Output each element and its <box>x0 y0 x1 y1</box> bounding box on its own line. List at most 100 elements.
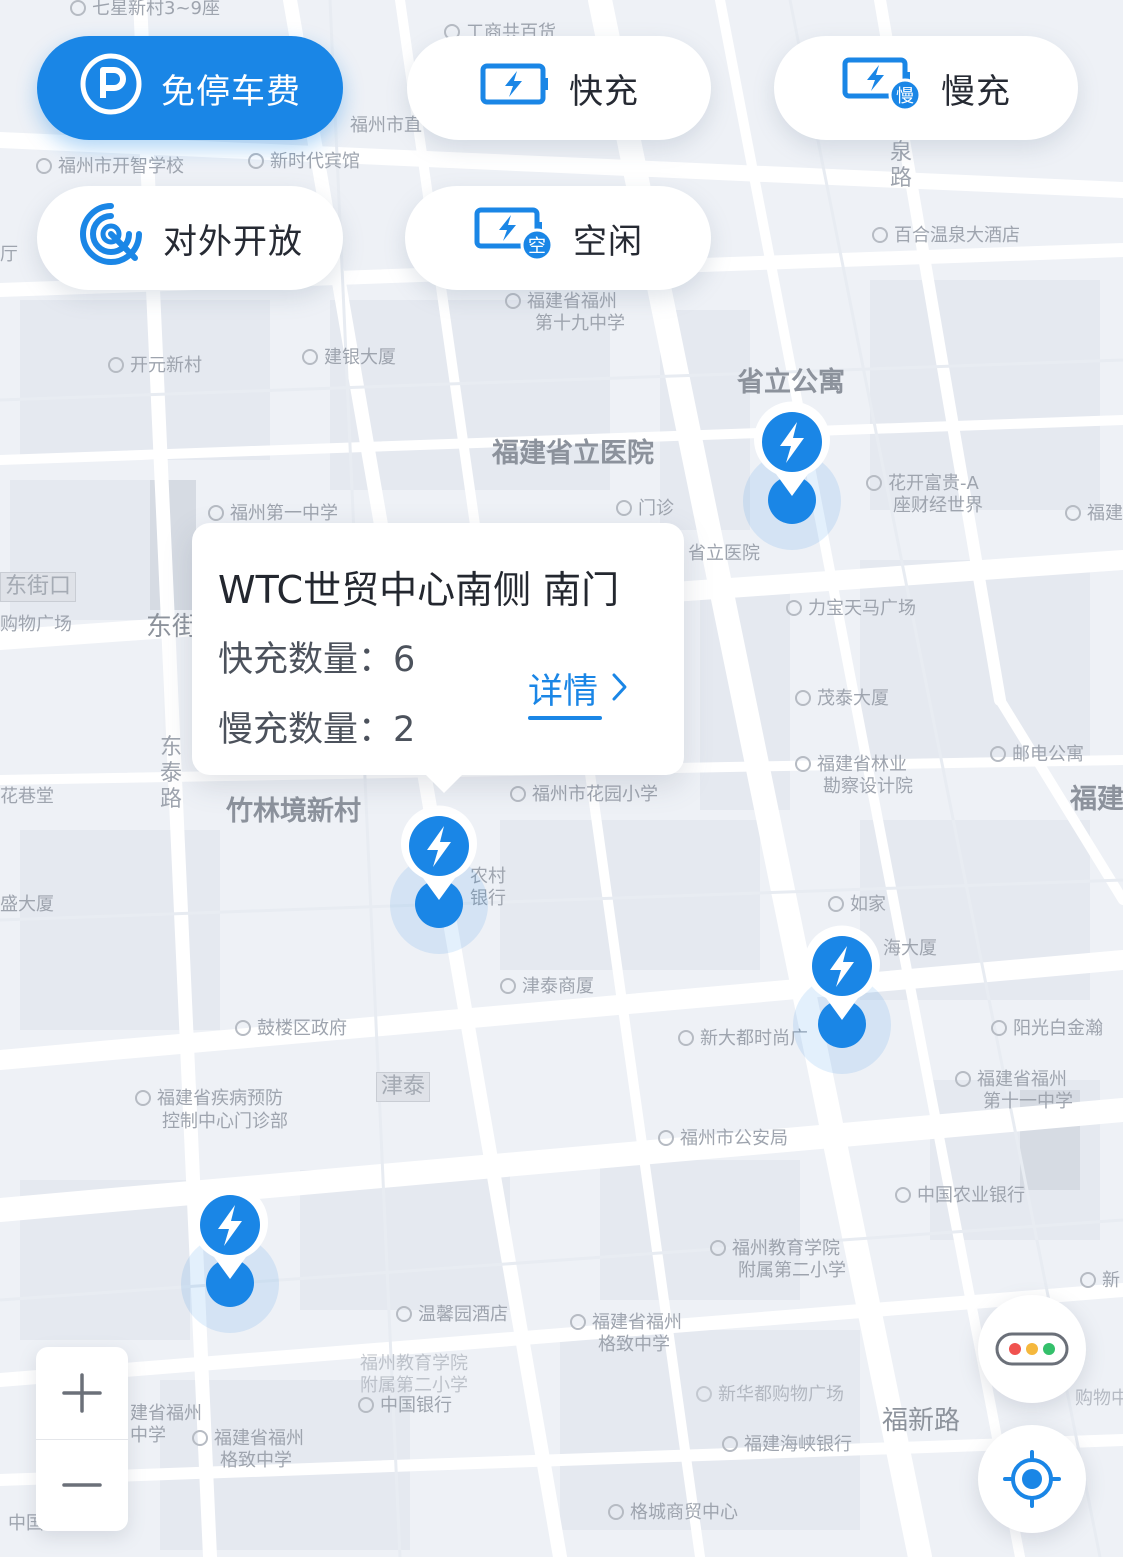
poi-icon <box>70 0 86 16</box>
map-label: 津泰 <box>376 1072 431 1102</box>
map-label: 福州市开智学校 <box>36 158 184 176</box>
bank-icon <box>358 1397 374 1413</box>
school-icon <box>192 1430 208 1446</box>
fast-charge-count-row: 快充数量：6 <box>218 631 415 682</box>
bank-icon <box>1065 505 1081 521</box>
poi-icon <box>616 500 632 516</box>
map-label: 格城商贸中心 <box>608 1504 738 1522</box>
building-icon <box>108 357 124 373</box>
filter-label: 快充 <box>569 71 639 112</box>
map-label: 附属第二小学 <box>738 1260 846 1281</box>
map-label: 附属第二小学 <box>360 1375 468 1396</box>
poi-icon <box>36 158 52 174</box>
map-label: 津泰商厦 <box>500 978 594 996</box>
government-icon <box>235 1020 251 1036</box>
detail-underline <box>528 716 602 720</box>
building-icon <box>302 349 318 365</box>
map-label: 购物广场 <box>0 614 72 635</box>
map-label: 福州市直 <box>350 115 422 136</box>
chevron-right-icon[interactable] <box>610 671 630 703</box>
fast-count-value: 6 <box>393 640 416 680</box>
map-label: 福建 <box>1070 784 1123 815</box>
traffic-toggle-button[interactable] <box>978 1295 1086 1403</box>
map-label: 厅 <box>0 244 18 265</box>
building-icon <box>795 690 811 706</box>
map-label: 福州教育学院 <box>360 1353 468 1374</box>
charging-station-pin[interactable] <box>742 400 842 550</box>
building-icon <box>991 1020 1007 1036</box>
school-icon <box>510 786 526 802</box>
map-label: 建省福州 <box>130 1403 202 1424</box>
map-label: 新华都购物广场 <box>696 1386 844 1404</box>
map-label: 花开富贵-A <box>866 475 979 493</box>
filter-free-parking[interactable]: 免停车费 <box>37 36 343 140</box>
map-label: 开元新村 <box>108 357 202 375</box>
bank-icon <box>722 1436 738 1452</box>
locate-icon <box>1003 1450 1061 1508</box>
map-label: 七星新村3~9座 <box>70 0 220 18</box>
poi-icon <box>658 1130 674 1146</box>
poi-icon <box>795 756 811 772</box>
map-label: 福建省疾病预防 <box>135 1090 283 1108</box>
map-label: 新大都时尚广 <box>678 1030 808 1048</box>
building-icon <box>608 1504 624 1520</box>
open-signal-icon <box>77 200 145 277</box>
locate-button[interactable] <box>978 1425 1086 1533</box>
map-label: 东泰路 <box>160 735 183 812</box>
filter-fast-charge[interactable]: 快充 <box>407 36 711 140</box>
slow-charge-icon: 慢 <box>841 56 923 121</box>
zoom-out-button[interactable] <box>36 1439 128 1531</box>
map-label: 东街 <box>146 612 199 642</box>
filter-label: 空闲 <box>573 221 643 262</box>
filter-idle[interactable]: 空 空闲 <box>405 186 711 290</box>
building-icon <box>678 1030 694 1046</box>
school-icon <box>208 505 224 521</box>
charging-station-pin-selected[interactable] <box>389 804 489 954</box>
map-label: 座财经世界 <box>893 495 983 516</box>
hotel-icon <box>248 153 264 169</box>
filter-label: 慢充 <box>941 71 1011 112</box>
map-label: 福建省林业 <box>795 756 907 774</box>
building-icon <box>786 600 802 616</box>
filter-slow-charge[interactable]: 慢 慢充 <box>774 36 1078 140</box>
lightning-pin-icon <box>804 925 880 1020</box>
map-label: 福建省福州 <box>505 293 617 311</box>
map-label: 东街口 <box>0 572 77 602</box>
charging-station-pin[interactable] <box>180 1183 280 1333</box>
map-label: 力宝天马广场 <box>786 600 916 618</box>
school-icon <box>955 1071 971 1087</box>
map-label: 邮电公寓 <box>990 746 1084 764</box>
map-label: 第十九中学 <box>535 313 625 334</box>
lightning-pin-icon <box>401 805 477 900</box>
map-label: 竹林境新村 <box>226 796 361 827</box>
parking-icon <box>79 52 143 125</box>
map-label: 福建省福州 <box>955 1071 1067 1089</box>
school-icon <box>710 1240 726 1256</box>
map-label: 建银大厦 <box>302 349 396 367</box>
charging-station-pin[interactable] <box>792 924 892 1074</box>
idle-charge-icon: 空 <box>473 206 555 271</box>
shopping-icon <box>696 1386 712 1402</box>
map-label: 勘察设计院 <box>823 776 913 797</box>
hotel-icon <box>396 1306 412 1322</box>
map-label: 福建省立医院 <box>492 438 654 469</box>
slow-charge-count-row: 慢充数量：2 <box>218 701 415 752</box>
filter-label: 免停车费 <box>161 71 301 112</box>
map-label: 福州市公安局 <box>658 1130 788 1148</box>
map-label: 购物中 <box>1075 1388 1123 1409</box>
map-label: 温馨园酒店 <box>396 1306 508 1324</box>
map-label: 福州教育学院 <box>710 1240 840 1258</box>
map-label: 福建省福州 <box>570 1314 682 1332</box>
building-icon <box>1080 1272 1096 1288</box>
slow-badge: 慢 <box>896 86 914 107</box>
map-label: 福建海峡银行 <box>722 1436 852 1454</box>
detail-link[interactable]: 详情 <box>528 663 598 714</box>
map-label: 省立公寓 <box>737 367 845 398</box>
school-icon <box>570 1314 586 1330</box>
slow-count-label: 慢充数量： <box>218 710 394 750</box>
zoom-in-button[interactable] <box>36 1347 128 1439</box>
filter-open-public[interactable]: 对外开放 <box>37 186 343 290</box>
map-label: 如家 <box>828 896 886 914</box>
lightning-pin-icon <box>192 1184 268 1279</box>
map-label: 福州市花园小学 <box>510 786 658 804</box>
